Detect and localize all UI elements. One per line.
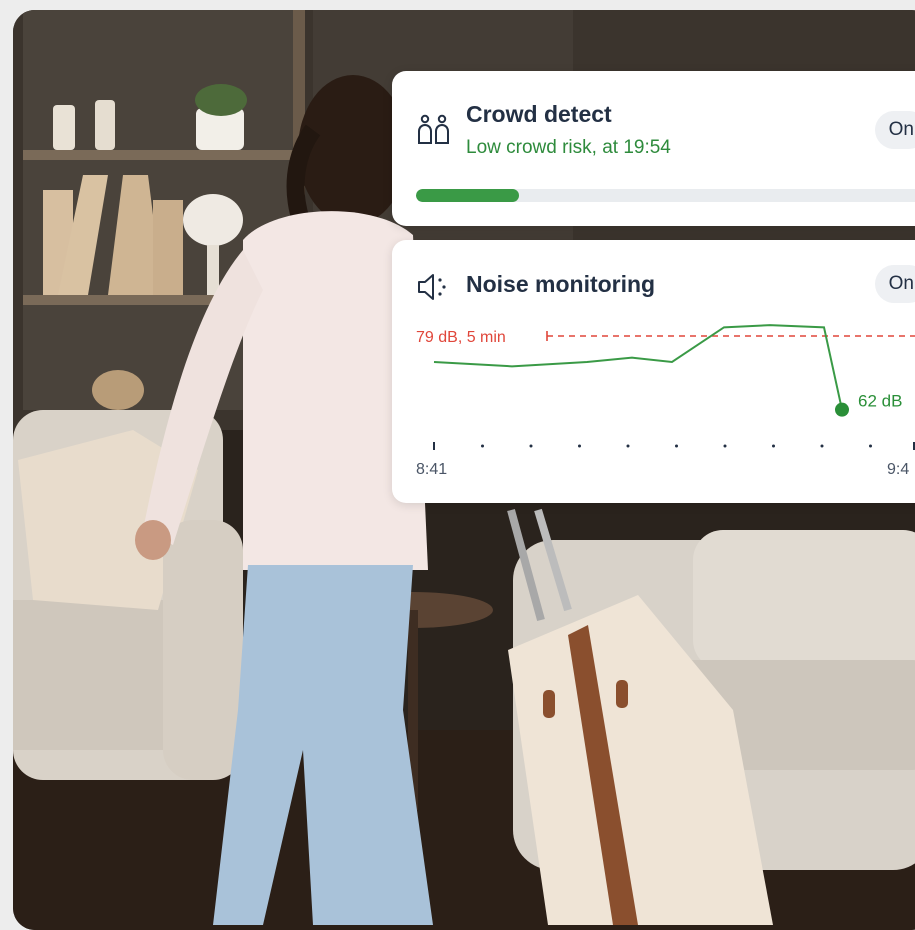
x-axis-dot <box>626 444 630 448</box>
x-axis-dot <box>529 444 533 448</box>
x-axis-dot <box>772 444 775 448</box>
noise-chart: 79 dB, 5 min 62 dB 8:41 9:4 <box>416 324 915 478</box>
crowd-risk-progress-bar <box>416 189 915 202</box>
x-axis-dot <box>869 444 872 448</box>
crowd-risk-progress-fill <box>416 189 519 202</box>
people-icon <box>418 114 449 144</box>
current-noise-label: 62 dB <box>858 392 902 411</box>
crowd-detect-card: Crowd detect Low crowd risk, at 19:54 On <box>392 71 915 226</box>
x-axis-dot <box>481 444 484 448</box>
crowd-risk-status: Low crowd risk, at 19:54 <box>466 137 671 158</box>
x-axis-dot <box>820 444 824 448</box>
x-axis-dot <box>675 444 678 448</box>
current-noise-point <box>835 402 849 417</box>
crowd-detect-title: Crowd detect <box>466 101 612 127</box>
x-axis-end-label: 9:4 <box>887 461 909 478</box>
x-axis-dot <box>578 444 581 448</box>
x-axis-start-label: 8:41 <box>416 461 447 478</box>
crowd-toggle-button[interactable]: On <box>874 111 915 149</box>
noise-monitoring-card: Noise monitoring On 79 dB, 5 min 62 dB 8:4… <box>392 240 915 503</box>
x-axis-dot <box>723 444 727 448</box>
threshold-label: 79 dB, 5 min <box>416 329 506 346</box>
